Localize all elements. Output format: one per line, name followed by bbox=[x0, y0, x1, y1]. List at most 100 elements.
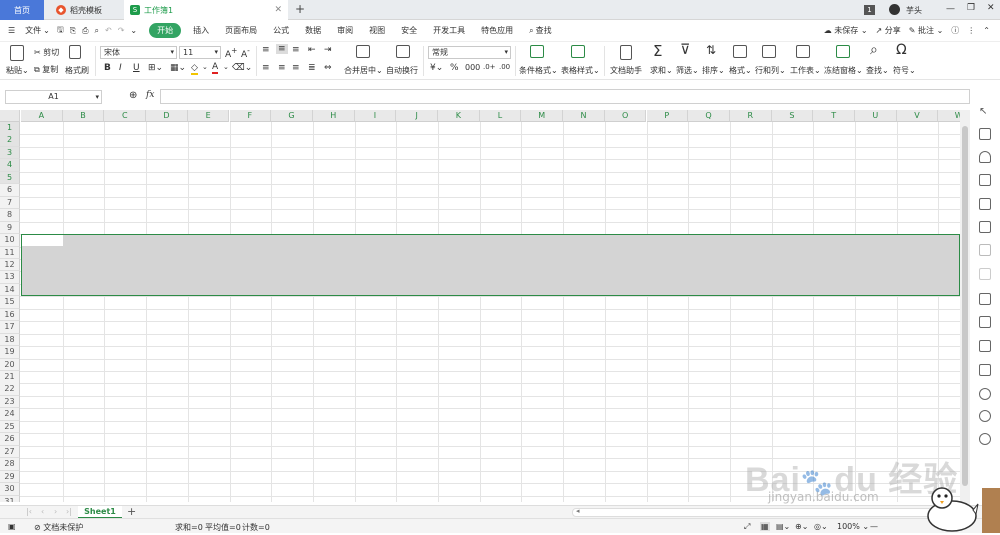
row-header[interactable]: 31 bbox=[0, 495, 20, 502]
scrollbar-thumb[interactable] bbox=[962, 126, 968, 486]
row-header[interactable]: 18 bbox=[0, 333, 20, 347]
collapse-ribbon-icon[interactable]: ⌃ bbox=[979, 26, 1000, 35]
row-header[interactable]: 23 bbox=[0, 395, 20, 409]
archive-icon[interactable] bbox=[979, 340, 991, 352]
more-icon[interactable]: ⋮ bbox=[963, 26, 979, 35]
filter-icon[interactable]: ⊽ bbox=[680, 42, 690, 58]
worksheet-icon[interactable] bbox=[796, 45, 810, 60]
user-name[interactable]: 芋头 bbox=[906, 5, 922, 16]
row-header[interactable]: 14 bbox=[0, 283, 20, 297]
percent-icon[interactable]: % bbox=[450, 63, 459, 73]
freeze-icon[interactable] bbox=[836, 45, 850, 60]
zoom-out-icon[interactable]: — bbox=[870, 522, 878, 531]
distributed-icon[interactable]: ⇔ bbox=[324, 63, 332, 73]
column-header[interactable]: D bbox=[146, 110, 188, 122]
fill-color-icon[interactable]: ◇ bbox=[191, 63, 198, 75]
menu-tab-review[interactable]: 审阅 bbox=[329, 25, 361, 36]
column-header[interactable]: W bbox=[938, 110, 960, 122]
translate-icon[interactable] bbox=[979, 293, 991, 305]
row-header[interactable]: 16 bbox=[0, 308, 20, 322]
currency-icon[interactable]: ¥⌄ bbox=[430, 63, 443, 73]
sheet-nav-last-icon[interactable]: ›| bbox=[66, 507, 72, 516]
row-header[interactable]: 8 bbox=[0, 209, 20, 222]
sort-button[interactable]: 排序⌄ bbox=[702, 65, 725, 76]
decrease-font-icon[interactable]: A- bbox=[241, 46, 250, 60]
justify-icon[interactable]: ≣ bbox=[308, 63, 316, 73]
tab-template[interactable]: ◆ 稻壳模板 bbox=[50, 0, 122, 20]
help-icon[interactable]: ⓘ bbox=[947, 25, 963, 36]
zoom-formula-icon[interactable]: ⊕ bbox=[129, 90, 137, 101]
row-header[interactable]: 3 bbox=[0, 146, 20, 160]
normal-view-icon[interactable]: ▦ bbox=[760, 522, 770, 531]
spreadsheet-grid[interactable]: ABCDEFGHIJKLMNOPQRSTUVW 1 2 3 4 5 6 7 8 9 10 11 12 1… bbox=[0, 110, 960, 502]
row-header[interactable]: 24 bbox=[0, 408, 20, 421]
column-header[interactable]: M bbox=[521, 110, 564, 122]
export-pdf-icon[interactable]: ⎘ bbox=[67, 26, 79, 36]
row-header[interactable]: 27 bbox=[0, 445, 20, 459]
row-header[interactable]: 11 bbox=[0, 246, 20, 259]
fullscreen-icon[interactable]: ⤢ bbox=[744, 522, 750, 532]
row-header[interactable]: 17 bbox=[0, 321, 20, 334]
column-header[interactable]: P bbox=[646, 110, 689, 122]
page-break-icon[interactable]: ▤⌄ bbox=[776, 522, 790, 531]
close-tab-icon[interactable]: ✕ bbox=[274, 5, 282, 15]
formula-input[interactable] bbox=[160, 89, 970, 104]
align-bottom-icon[interactable]: ≡ bbox=[292, 45, 300, 55]
column-header[interactable]: J bbox=[396, 110, 438, 122]
worksheet-button[interactable]: 工作表⌄ bbox=[790, 65, 821, 76]
help-circle-icon[interactable] bbox=[979, 433, 991, 445]
settings-icon[interactable] bbox=[979, 244, 991, 256]
fill-icon[interactable] bbox=[979, 151, 991, 163]
row-header[interactable]: 4 bbox=[0, 159, 20, 172]
new-tab-button[interactable]: + bbox=[295, 2, 305, 16]
align-left-icon[interactable]: ≡ bbox=[262, 63, 270, 73]
window-count-badge[interactable]: 1 bbox=[864, 5, 875, 15]
search-icon[interactable]: ⌕ bbox=[521, 26, 535, 36]
column-header[interactable]: Q bbox=[688, 110, 730, 122]
freeze-panes-button[interactable]: 冻结窗格⌄ bbox=[824, 65, 863, 76]
active-cell[interactable] bbox=[22, 235, 63, 246]
column-header[interactable]: R bbox=[729, 110, 772, 122]
chart-icon[interactable] bbox=[979, 221, 991, 233]
paste-icon[interactable] bbox=[10, 45, 24, 63]
table-icon[interactable] bbox=[979, 174, 991, 186]
export-icon[interactable] bbox=[979, 316, 991, 328]
disabled-icon[interactable] bbox=[979, 268, 991, 280]
column-header[interactable]: B bbox=[62, 110, 105, 122]
protect-status[interactable]: ⊘ 文档未保护 bbox=[34, 522, 83, 533]
restore-icon[interactable]: ❐ bbox=[967, 3, 975, 13]
row-header[interactable]: 20 bbox=[0, 358, 20, 372]
merge-center-button[interactable]: 合并居中⌄ bbox=[344, 65, 383, 76]
conditional-format-button[interactable]: 条件格式⌄ bbox=[519, 65, 558, 76]
cell-fill-icon[interactable]: ▦⌄ bbox=[170, 63, 186, 73]
selected-range[interactable] bbox=[21, 234, 960, 296]
redo-icon[interactable]: ↷ bbox=[115, 26, 128, 35]
symbol-icon[interactable]: Ω bbox=[896, 42, 907, 58]
avatar[interactable] bbox=[889, 4, 900, 15]
page-layout-icon[interactable]: ⊕⌄ bbox=[795, 522, 808, 531]
format-button[interactable]: 格式⌄ bbox=[729, 65, 752, 76]
wrap-text-button[interactable]: 自动换行 bbox=[386, 65, 418, 76]
select-all-corner[interactable] bbox=[0, 110, 20, 122]
column-header[interactable]: S bbox=[771, 110, 814, 122]
add-sheet-button[interactable]: + bbox=[127, 505, 136, 518]
eraser-icon[interactable]: ⌫⌄ bbox=[232, 63, 252, 73]
doc-assistant-button[interactable]: 文档助手 bbox=[610, 65, 642, 76]
row-col-button[interactable]: 行和列⌄ bbox=[755, 65, 786, 76]
row-header[interactable]: 22 bbox=[0, 383, 20, 396]
function-icon[interactable]: fx bbox=[146, 90, 154, 100]
row-header[interactable]: 2 bbox=[0, 134, 20, 147]
symbol-button[interactable]: 符号⌄ bbox=[893, 65, 916, 76]
close-window-icon[interactable]: ✕ bbox=[987, 3, 995, 13]
find-button[interactable]: 查找⌄ bbox=[866, 65, 889, 76]
menu-tab-developer[interactable]: 开发工具 bbox=[425, 25, 473, 36]
shapes-icon[interactable] bbox=[979, 128, 991, 140]
wrap-text-icon[interactable] bbox=[396, 45, 410, 60]
thousands-icon[interactable]: 000 bbox=[465, 63, 480, 72]
table-style-icon[interactable] bbox=[571, 45, 585, 60]
chevron-down-icon[interactable]: ⌄ bbox=[202, 63, 208, 71]
name-box[interactable]: A1 ▾ bbox=[5, 90, 102, 104]
copy-button[interactable]: ⧉ 复制 bbox=[34, 64, 58, 75]
italic-button[interactable]: I bbox=[119, 63, 122, 73]
scroll-left-icon[interactable]: ◂ bbox=[576, 507, 580, 515]
